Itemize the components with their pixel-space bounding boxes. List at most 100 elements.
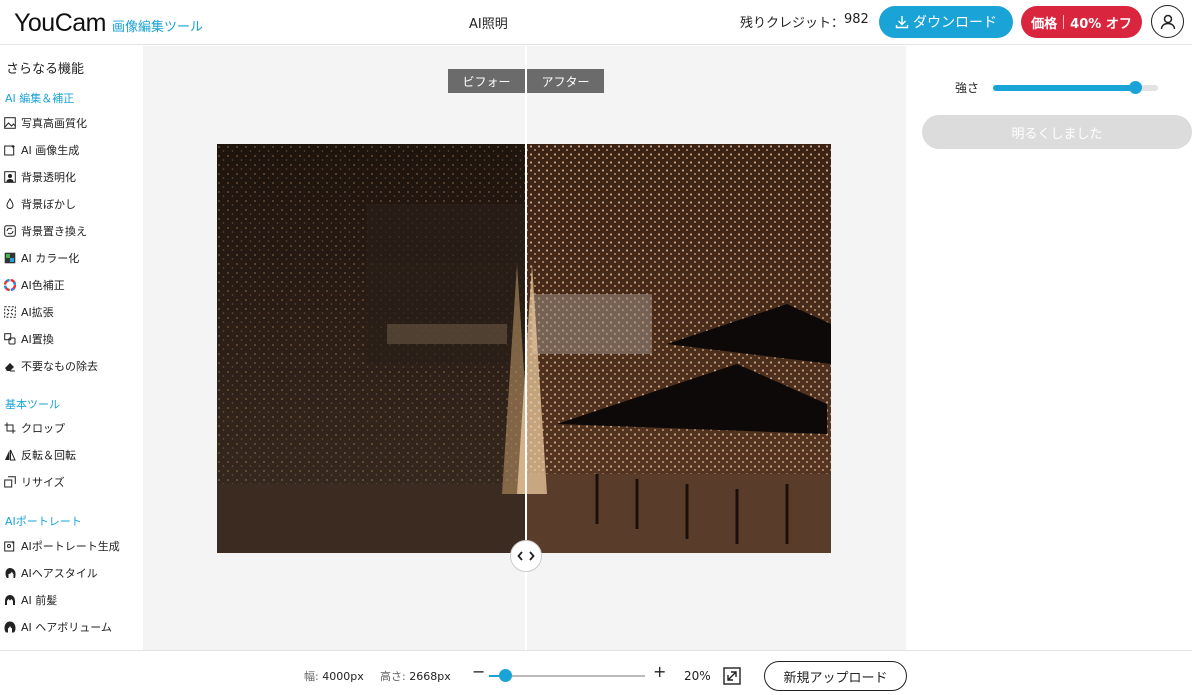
price-label: 価格 — [1031, 16, 1058, 32]
height-value: 2668px — [409, 670, 451, 683]
sidebar-item-label: AI 画像生成 — [21, 144, 80, 157]
sidebar-item-label: AIポートレート生成 — [21, 540, 120, 553]
zoom-slider[interactable] — [489, 669, 645, 682]
sidebar-item-ai-replace[interactable]: AI置換 — [3, 329, 141, 349]
sidebar-item-label: AI 前髪 — [21, 594, 58, 607]
strength-slider-fill — [993, 85, 1135, 91]
logo-wordmark: YouCam — [14, 9, 106, 37]
image-width: 幅: 4000px — [304, 668, 364, 684]
width-label: 幅: — [304, 670, 319, 683]
sidebar-title: さらなる機能 — [6, 62, 85, 77]
zoom-slider-knob[interactable] — [498, 669, 512, 682]
price-separator — [1063, 15, 1065, 29]
sidebar-item-image-generate[interactable]: AI 画像生成 — [3, 140, 141, 160]
bangs-icon — [3, 593, 17, 607]
user-icon — [1160, 14, 1175, 29]
strength-label: 強さ — [955, 81, 980, 95]
after-label: アフター — [527, 69, 604, 93]
before-label: ビフォー — [448, 69, 525, 93]
apply-button[interactable]: 明るくしました — [922, 115, 1192, 149]
comparison-photo[interactable] — [217, 144, 831, 553]
sidebar-item-label: AI拡張 — [21, 306, 54, 319]
crop-icon — [3, 421, 17, 435]
replace-icon — [3, 332, 17, 346]
sidebar-item-background-remove[interactable]: 背景透明化 — [3, 167, 141, 187]
background-remove-icon — [3, 170, 17, 184]
top-header: YouCam 画像編集ツール AI照明 残りクレジット： 982 ダウンロード … — [0, 0, 1192, 45]
sidebar-item-label: 反転＆回転 — [21, 449, 76, 462]
sidebar-item-label: リサイズ — [21, 476, 65, 489]
strength-slider-knob[interactable] — [1128, 81, 1142, 94]
sidebar-item-label: 背景ぼかし — [21, 198, 76, 211]
sidebar-item-object-removal[interactable]: 不要なもの除去 — [3, 356, 141, 376]
width-value: 4000px — [322, 670, 364, 683]
sidebar-item-label: 写真高画質化 — [21, 117, 87, 130]
sidebar-item-bangs[interactable]: AI 前髪 — [3, 590, 141, 610]
image-enhance-icon — [3, 116, 17, 130]
bottom-toolbar: 幅: 4000px 高さ: 2668px − + 20% 新規アップロード — [0, 650, 1192, 695]
image-height: 高さ: 2668px — [380, 668, 451, 684]
resize-icon — [3, 475, 17, 489]
hair-volume-icon — [3, 620, 17, 634]
photo-image — [217, 144, 831, 553]
sidebar-item-crop[interactable]: クロップ — [3, 418, 141, 438]
hairstyle-icon — [3, 566, 17, 580]
sidebar-item-label: AI ヘアボリューム — [21, 621, 112, 634]
download-button[interactable]: ダウンロード — [879, 6, 1013, 38]
expand-icon — [3, 305, 17, 319]
comparison-canvas: ビフォー アフター — [143, 46, 906, 650]
sidebar-item-hairstyle[interactable]: AIヘアスタイル — [3, 563, 141, 583]
sidebar-item-portrait-generate[interactable]: AIポートレート生成 — [3, 536, 141, 556]
sidebar-item-label: クロップ — [21, 422, 65, 435]
feature-sidebar: さらなる機能 AI 編集＆補正 写真高画質化 AI 画像生成 背景透明化 背景ぼ… — [0, 46, 143, 650]
settings-panel: 強さ 明るくしました — [906, 46, 1192, 650]
zoom-percentage: 20% — [684, 669, 711, 683]
credits-value: 982 — [844, 12, 869, 27]
strength-slider[interactable] — [993, 81, 1158, 94]
sidebar-item-background-blur[interactable]: 背景ぼかし — [3, 194, 141, 214]
download-label: ダウンロード — [913, 15, 997, 31]
section-ai-portrait: AIポートレート — [5, 515, 82, 528]
download-icon — [895, 16, 909, 29]
app-root: YouCam 画像編集ツール AI照明 残りクレジット： 982 ダウンロード … — [0, 0, 1192, 695]
sidebar-item-background-replace[interactable]: 背景置き換え — [3, 221, 141, 241]
background-replace-icon — [3, 224, 17, 238]
sidebar-item-label: 背景置き換え — [21, 225, 87, 238]
sidebar-item-hair-volume[interactable]: AI ヘアボリューム — [3, 617, 141, 637]
sidebar-item-photo-enhance[interactable]: 写真高画質化 — [3, 113, 141, 133]
chevron-left-right-icon — [517, 551, 535, 561]
sidebar-item-label: AI置換 — [21, 333, 54, 346]
price-button[interactable]: 価格 40% オフ — [1021, 6, 1142, 38]
sidebar-item-label: 不要なもの除去 — [21, 360, 98, 373]
height-label: 高さ: — [380, 670, 406, 683]
color-wheel-icon — [3, 278, 17, 292]
sidebar-item-ai-colorize[interactable]: AI カラー化 — [3, 248, 141, 268]
sidebar-item-label: AIヘアスタイル — [21, 567, 98, 580]
sidebar-item-flip-rotate[interactable]: 反転＆回転 — [3, 445, 141, 465]
sidebar-item-label: AI カラー化 — [21, 252, 80, 265]
colorize-icon — [3, 251, 17, 265]
sidebar-item-label: 背景透明化 — [21, 171, 76, 184]
credits-display: 残りクレジット： 982 — [740, 12, 869, 31]
section-basic-tools: 基本ツール — [5, 398, 60, 411]
page-title: AI照明 — [469, 17, 508, 32]
comparison-drag-handle[interactable] — [510, 540, 542, 572]
image-generate-icon — [3, 143, 17, 157]
credits-label: 残りクレジット： — [740, 16, 845, 31]
sidebar-item-ai-expand[interactable]: AI拡張 — [3, 302, 141, 322]
flip-icon — [3, 448, 17, 462]
portrait-generate-icon — [3, 539, 17, 553]
zoom-out-button[interactable]: − — [472, 662, 485, 681]
blur-drop-icon — [3, 197, 17, 211]
logo[interactable]: YouCam 画像編集ツール — [14, 9, 203, 38]
eraser-icon — [3, 359, 17, 373]
sidebar-item-resize[interactable]: リサイズ — [3, 472, 141, 492]
logo-subtitle: 画像編集ツール — [111, 20, 203, 35]
account-button[interactable] — [1151, 5, 1184, 38]
fit-screen-icon[interactable] — [723, 667, 741, 685]
discount-label: 40% オフ — [1070, 16, 1132, 32]
zoom-in-button[interactable]: + — [653, 662, 666, 681]
sidebar-item-label: AI色補正 — [21, 279, 65, 292]
new-upload-button[interactable]: 新規アップロード — [764, 661, 907, 691]
sidebar-item-ai-color-correct[interactable]: AI色補正 — [3, 275, 141, 295]
